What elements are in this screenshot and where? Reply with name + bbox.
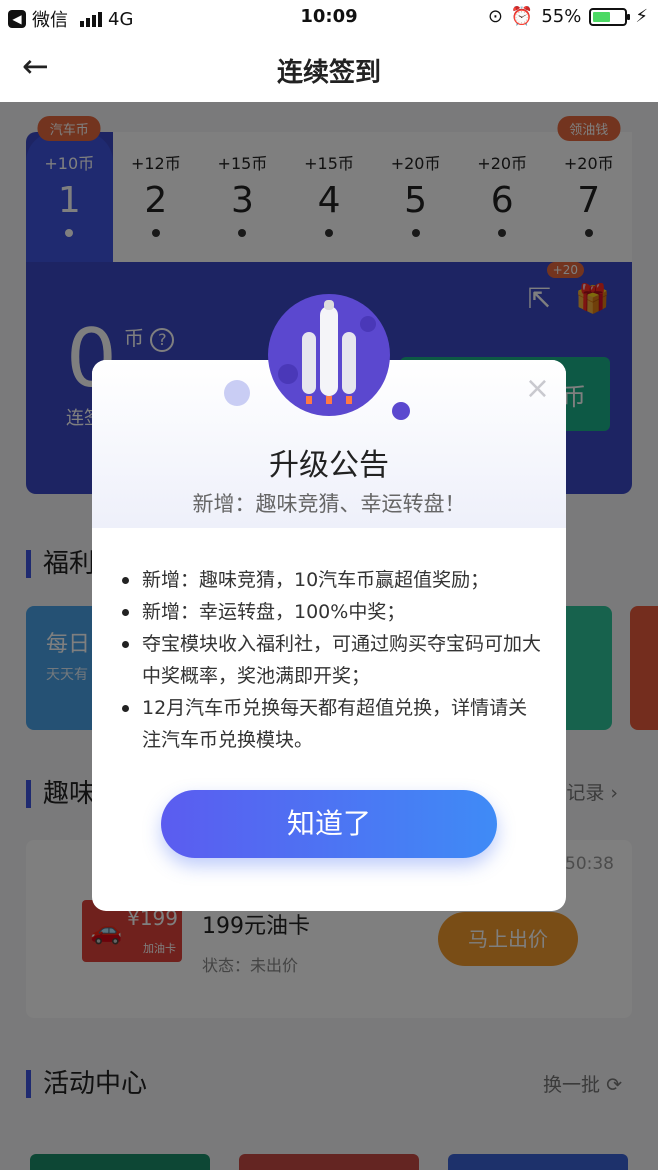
planet-decoration-icon (392, 402, 410, 420)
charging-icon: ⚡ (635, 6, 648, 27)
status-bar: ◀ 微信 4G 10:09 ⊙ ⏰ 55% ⚡ (0, 0, 658, 34)
announcement-item: 12月汽车币兑换每天都有超值兑换，详情请关注汽车币兑换模块。 (120, 692, 544, 756)
announcement-list: 新增：趣味竞猜，10汽车币赢超值奖励； 新增：幸运转盘，100%中奖； 夺宝模块… (120, 564, 544, 756)
upgrade-announcement-modal: × 升级公告 新增：趣味竞猜、幸运转盘！ 新增：趣味竞猜，10汽车币赢超值奖励；… (92, 294, 566, 911)
battery-icon (589, 7, 631, 26)
confirm-button[interactable]: 知道了 (161, 790, 497, 858)
announcement-item: 夺宝模块收入福利社，可通过购买夺宝码可加大中奖概率，奖池满即开奖； (120, 628, 544, 692)
modal-subtitle: 新增：趣味竞猜、幸运转盘！ (192, 492, 466, 516)
planet-decoration-icon (224, 380, 250, 406)
page-title: 连续签到 (276, 58, 381, 88)
nav-bar: ← 连续签到 (0, 34, 658, 102)
alarm-icon: ⏰ (510, 6, 534, 27)
announcement-item: 新增：趣味竞猜，10汽车币赢超值奖励； (120, 564, 544, 596)
rotation-lock-icon: ⊙ (487, 6, 503, 27)
modal-title: 升级公告 (269, 448, 389, 483)
battery-percent: 55% (541, 6, 582, 27)
close-icon[interactable]: × (525, 374, 550, 404)
announcement-item: 新增：幸运转盘，100%中奖； (120, 596, 544, 628)
rocket-icon (268, 294, 390, 416)
